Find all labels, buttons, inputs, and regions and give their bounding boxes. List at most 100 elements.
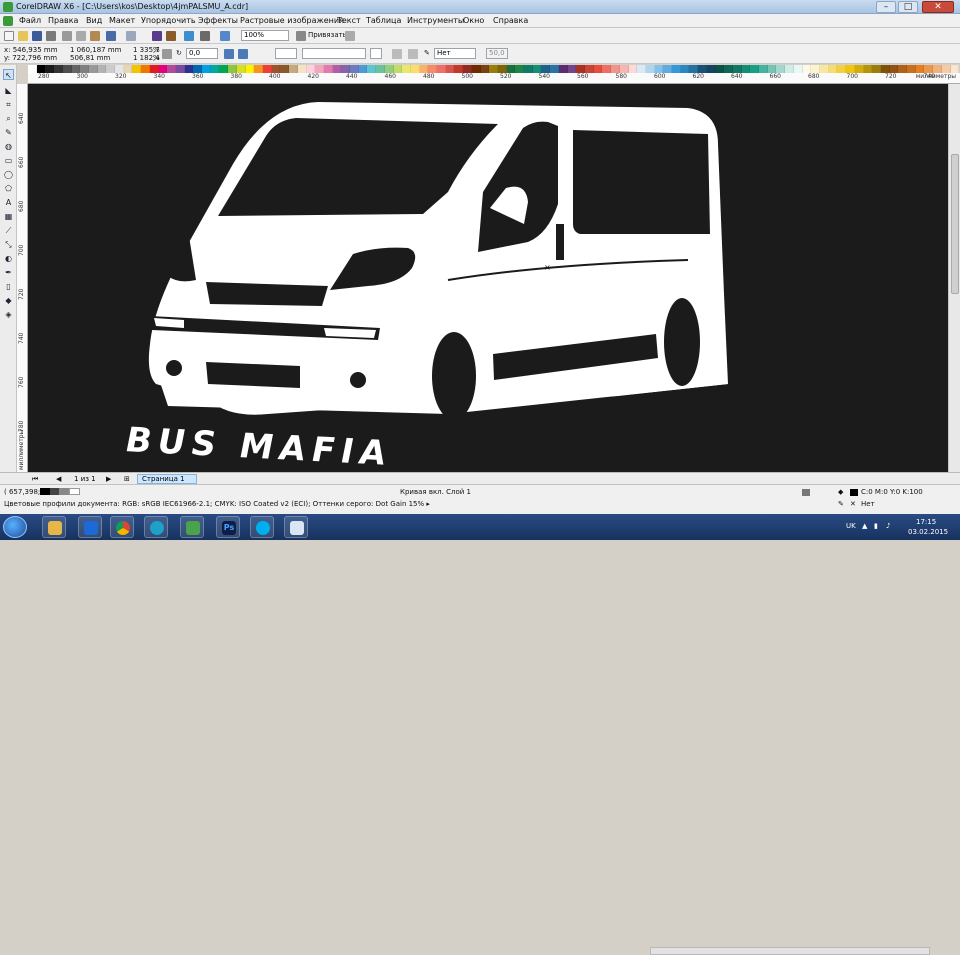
palette-swatch[interactable] (28, 65, 37, 73)
palette-swatch[interactable] (550, 65, 559, 73)
dimension-tool-icon[interactable]: ⟋ (3, 225, 14, 236)
palette-swatch[interactable] (202, 65, 211, 73)
document-icon[interactable] (3, 16, 13, 26)
palette-swatch[interactable] (637, 65, 646, 73)
palette-swatch[interactable] (567, 65, 577, 73)
tab-page-1[interactable]: Страница 1 (137, 474, 197, 484)
print-icon[interactable] (46, 31, 56, 41)
taskbar-coreldraw[interactable] (180, 516, 204, 538)
palette-swatch[interactable] (915, 65, 925, 73)
taskbar-teamviewer[interactable] (78, 516, 102, 538)
undo-icon[interactable] (106, 31, 116, 41)
palette-swatch[interactable] (141, 65, 150, 73)
export-icon[interactable] (166, 31, 176, 41)
taskbar-vpn[interactable] (144, 516, 168, 538)
palette-swatch[interactable] (602, 65, 612, 73)
palette-swatch[interactable] (271, 65, 281, 73)
interactive-fill-icon[interactable]: ◈ (3, 309, 14, 320)
clock-time[interactable]: 17:15 (916, 518, 936, 526)
palette-swatch[interactable] (819, 65, 829, 73)
palette-swatch[interactable] (645, 65, 655, 73)
polygon-tool-icon[interactable]: ⬠ (3, 183, 14, 194)
add-page-icon[interactable]: ⊞ (124, 475, 130, 483)
start-button[interactable] (3, 516, 27, 538)
copy-icon[interactable] (76, 31, 86, 41)
palette-swatch[interactable] (184, 65, 194, 73)
line-style-select[interactable] (302, 48, 366, 59)
palette-swatch[interactable] (454, 65, 464, 73)
palette-swatch[interactable] (497, 65, 507, 73)
palette-swatch[interactable] (80, 65, 89, 73)
taskbar-skype[interactable] (250, 516, 274, 538)
palette-swatch[interactable] (437, 65, 446, 73)
palette-swatch[interactable] (262, 65, 272, 73)
palette-swatch[interactable] (376, 65, 385, 73)
ellipse-tool-icon[interactable]: ◯ (3, 169, 14, 180)
drawing-canvas[interactable]: × BUS MAFIA (28, 84, 948, 472)
menu-window[interactable]: Окно (463, 16, 484, 25)
freehand-tool-icon[interactable]: ✎ (3, 127, 14, 138)
palette-swatch[interactable] (558, 65, 568, 73)
palette-swatch[interactable] (280, 65, 290, 73)
next-page-icon[interactable]: ▶ (106, 475, 111, 483)
palette-swatch[interactable] (506, 65, 516, 73)
palette-swatch[interactable] (793, 65, 803, 73)
palette-swatch[interactable] (384, 65, 394, 73)
blend-tool-icon[interactable]: ◐ (3, 253, 14, 264)
connector-tool-icon[interactable]: ⤡ (3, 239, 14, 250)
menu-table[interactable]: Таблица (366, 16, 401, 25)
taskbar-chrome[interactable] (110, 516, 134, 538)
palette-swatch[interactable] (863, 65, 873, 73)
fill-tool-icon[interactable]: ◆ (3, 295, 14, 306)
taskbar-photoshop[interactable]: Ps (216, 516, 240, 538)
language-indicator[interactable]: UK (846, 522, 856, 530)
palette-swatch[interactable] (36, 65, 46, 73)
palette-swatch[interactable] (741, 65, 751, 73)
palette-swatch[interactable] (245, 65, 255, 73)
palette-swatch[interactable] (158, 65, 168, 73)
menu-effects[interactable]: Эффекты (198, 16, 238, 25)
palette-swatch[interactable] (515, 65, 525, 73)
menu-arrange[interactable]: Упорядочить (141, 16, 196, 25)
palette-swatch[interactable] (149, 65, 159, 73)
palette-swatch[interactable] (706, 65, 716, 73)
new-document-icon[interactable] (4, 31, 14, 41)
palette-swatch[interactable] (698, 65, 707, 73)
angle-field[interactable]: 0,0 (186, 48, 218, 59)
palette-swatch[interactable] (933, 65, 942, 73)
rectangle-tool-icon[interactable]: ▭ (3, 155, 14, 166)
palette-swatch[interactable] (950, 65, 960, 73)
palette-swatch[interactable] (471, 65, 481, 73)
to-front-icon[interactable] (408, 49, 418, 59)
import-icon[interactable] (152, 31, 162, 41)
crop-tool-icon[interactable]: ⌗ (3, 99, 14, 110)
paste-icon[interactable] (90, 31, 100, 41)
palette-swatch[interactable] (219, 65, 229, 73)
palette-swatch[interactable] (210, 65, 220, 73)
palette-swatch[interactable] (785, 65, 794, 73)
palette-swatch[interactable] (776, 65, 786, 73)
palette-swatch[interactable] (654, 65, 664, 73)
zoom-tool-icon[interactable]: ⌕ (3, 113, 14, 124)
palette-swatch[interactable] (837, 65, 847, 73)
fill-swatches[interactable] (40, 488, 80, 495)
palette-swatch[interactable] (802, 65, 812, 73)
menu-help[interactable]: Справка (493, 16, 528, 25)
vertical-scrollbar[interactable] (948, 84, 960, 472)
menu-bitmaps[interactable]: Растровые изображения (240, 16, 344, 25)
palette-swatch[interactable] (811, 65, 820, 73)
palette-swatch[interactable] (193, 65, 203, 73)
palette-swatch[interactable] (410, 65, 420, 73)
first-page-icon[interactable]: ⏮ (32, 475, 38, 484)
palette-swatch[interactable] (907, 65, 916, 73)
palette-swatch[interactable] (71, 65, 81, 73)
outline-tool-icon[interactable]: ▯ (3, 281, 14, 292)
palette-swatch[interactable] (872, 65, 881, 73)
volume-icon[interactable]: ♪ (886, 522, 890, 530)
zoom-level-select[interactable]: 100% (241, 30, 289, 41)
taskbar-paint[interactable] (284, 516, 308, 538)
palette-swatch[interactable] (767, 65, 777, 73)
maximize-button[interactable]: □ (898, 1, 918, 13)
palette-swatch[interactable] (402, 65, 411, 73)
options-gear-icon[interactable] (345, 31, 355, 41)
